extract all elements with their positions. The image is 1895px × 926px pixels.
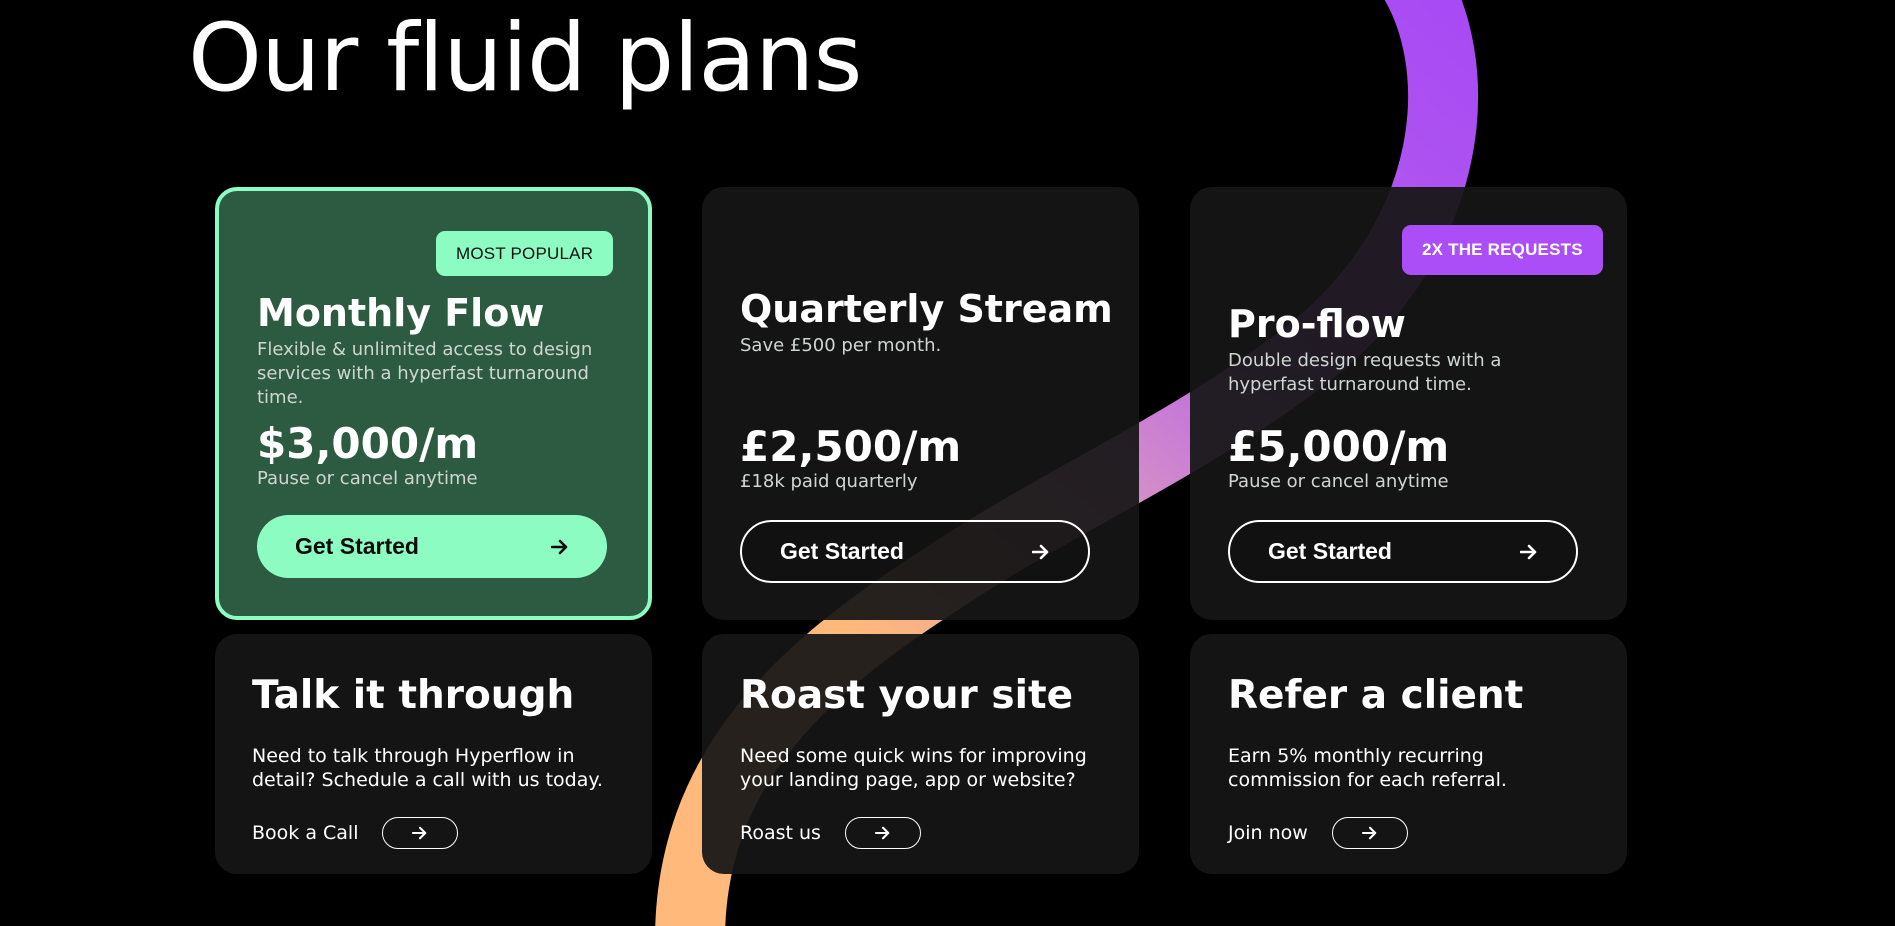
link-label[interactable]: Book a Call [252, 822, 358, 844]
card-description: Need some quick wins for improving your … [740, 745, 1087, 791]
get-started-label: Get Started [1268, 538, 1392, 564]
arrow-right-icon [1032, 544, 1050, 560]
plan-price-note: Pause or cancel anytime [1228, 471, 1449, 492]
link-label[interactable]: Roast us [740, 822, 821, 844]
plan-name: Pro-flow [1228, 302, 1406, 346]
book-a-call-link[interactable]: Book a Call [252, 817, 459, 849]
plan-price: £5,000/m [1228, 422, 1450, 471]
plan-name: Quarterly Stream [740, 287, 1113, 331]
card-title: Refer a client [1228, 673, 1524, 718]
get-started-button[interactable]: Get Started [740, 520, 1090, 583]
plan-description: Double design requests with a hyperfast … [1228, 350, 1502, 395]
2x-requests-badge: 2X THE REQUESTS [1402, 225, 1603, 275]
plan-card-monthly-flow: MOST POPULAR Monthly Flow Flexible & unl… [215, 187, 652, 620]
get-started-button[interactable]: Get Started [257, 515, 607, 578]
talk-it-through-card: Talk it through Need to talk through Hyp… [215, 634, 652, 874]
page-title: Our fluid plans [188, 4, 862, 113]
plan-description: Flexible & unlimited access to design se… [257, 339, 593, 408]
plan-price-note: £18k paid quarterly [740, 471, 918, 492]
arrow-right-icon[interactable] [844, 817, 921, 849]
link-label[interactable]: Join now [1228, 822, 1308, 844]
card-title: Talk it through [252, 673, 575, 718]
plan-description: Save £500 per month. [740, 335, 942, 356]
roast-us-link[interactable]: Roast us [740, 817, 921, 849]
card-title: Roast your site [740, 673, 1074, 718]
card-description: Earn 5% monthly recurring commission for… [1228, 745, 1507, 791]
plan-price-note: Pause or cancel anytime [257, 468, 478, 489]
get-started-button[interactable]: Get Started [1228, 520, 1578, 583]
roast-your-site-card: Roast your site Need some quick wins for… [702, 634, 1139, 874]
plan-card-quarterly-stream: Quarterly Stream Save £500 per month. £2… [702, 187, 1139, 620]
join-now-link[interactable]: Join now [1228, 817, 1408, 849]
arrow-right-icon[interactable] [382, 817, 459, 849]
card-description: Need to talk through Hyperflow in detail… [252, 745, 603, 791]
get-started-label: Get Started [295, 533, 419, 559]
refer-a-client-card: Refer a client Earn 5% monthly recurring… [1190, 634, 1627, 874]
most-popular-badge: MOST POPULAR [436, 231, 614, 276]
arrow-right-icon[interactable] [1331, 817, 1408, 849]
plan-name: Monthly Flow [257, 291, 545, 335]
get-started-label: Get Started [780, 538, 904, 564]
arrow-right-icon [551, 539, 569, 555]
plan-card-pro-flow: 2X THE REQUESTS Pro-flow Double design r… [1190, 187, 1627, 620]
plan-price: £2,500/m [740, 422, 962, 471]
plan-price: $3,000/m [257, 419, 479, 468]
arrow-right-icon [1520, 544, 1538, 560]
